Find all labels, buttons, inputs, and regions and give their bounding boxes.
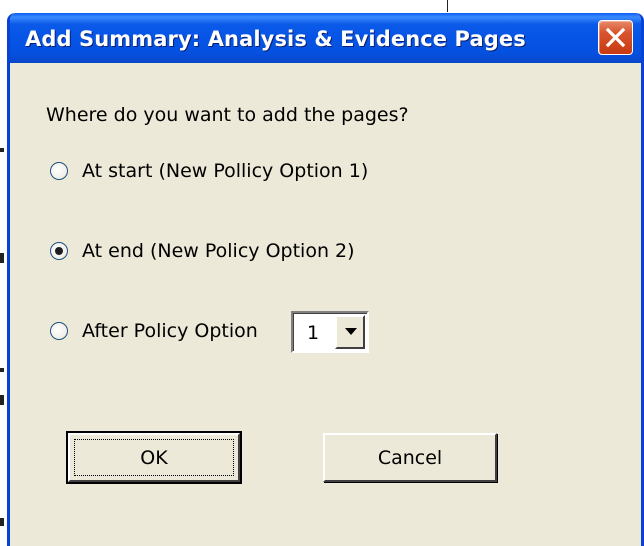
background-fragment bbox=[0, 518, 4, 526]
option-at-end[interactable]: At end (New Policy Option 2) bbox=[50, 238, 355, 264]
background-divider bbox=[447, 0, 448, 12]
option-label: After Policy Option bbox=[82, 320, 258, 342]
background-fragment bbox=[0, 253, 4, 263]
cancel-label: Cancel bbox=[377, 446, 443, 469]
dropdown-value: 1 bbox=[307, 322, 320, 344]
close-button[interactable] bbox=[598, 20, 633, 55]
background-fragment bbox=[0, 368, 4, 372]
dropdown-arrow-button[interactable] bbox=[335, 315, 365, 349]
dialog-title: Add Summary: Analysis & Evidence Pages bbox=[25, 27, 526, 51]
option-label: At start (New Pollicy Option 1) bbox=[82, 160, 369, 182]
title-bar[interactable]: Add Summary: Analysis & Evidence Pages bbox=[10, 13, 641, 63]
radio-button-selected[interactable] bbox=[50, 242, 68, 260]
background-fragment bbox=[0, 395, 4, 405]
dropdown-arrow-icon bbox=[345, 328, 357, 335]
prompt-label: Where do you want to add the pages? bbox=[46, 104, 409, 126]
policy-option-dropdown[interactable]: 1 bbox=[291, 311, 369, 353]
cancel-button[interactable]: Cancel bbox=[323, 433, 497, 482]
radio-button[interactable] bbox=[50, 322, 68, 340]
dialog-body: Where do you want to add the pages? At s… bbox=[10, 63, 641, 546]
close-icon bbox=[605, 27, 626, 48]
focus-ring bbox=[74, 439, 234, 476]
option-after-policy[interactable]: After Policy Option bbox=[50, 318, 258, 344]
option-at-start[interactable]: At start (New Pollicy Option 1) bbox=[50, 158, 368, 184]
option-label: At end (New Policy Option 2) bbox=[82, 240, 355, 262]
radio-button[interactable] bbox=[50, 162, 68, 180]
background-fragment bbox=[0, 148, 4, 152]
ok-button[interactable]: OK bbox=[66, 431, 242, 484]
add-summary-dialog: Add Summary: Analysis & Evidence Pages W… bbox=[7, 13, 644, 546]
